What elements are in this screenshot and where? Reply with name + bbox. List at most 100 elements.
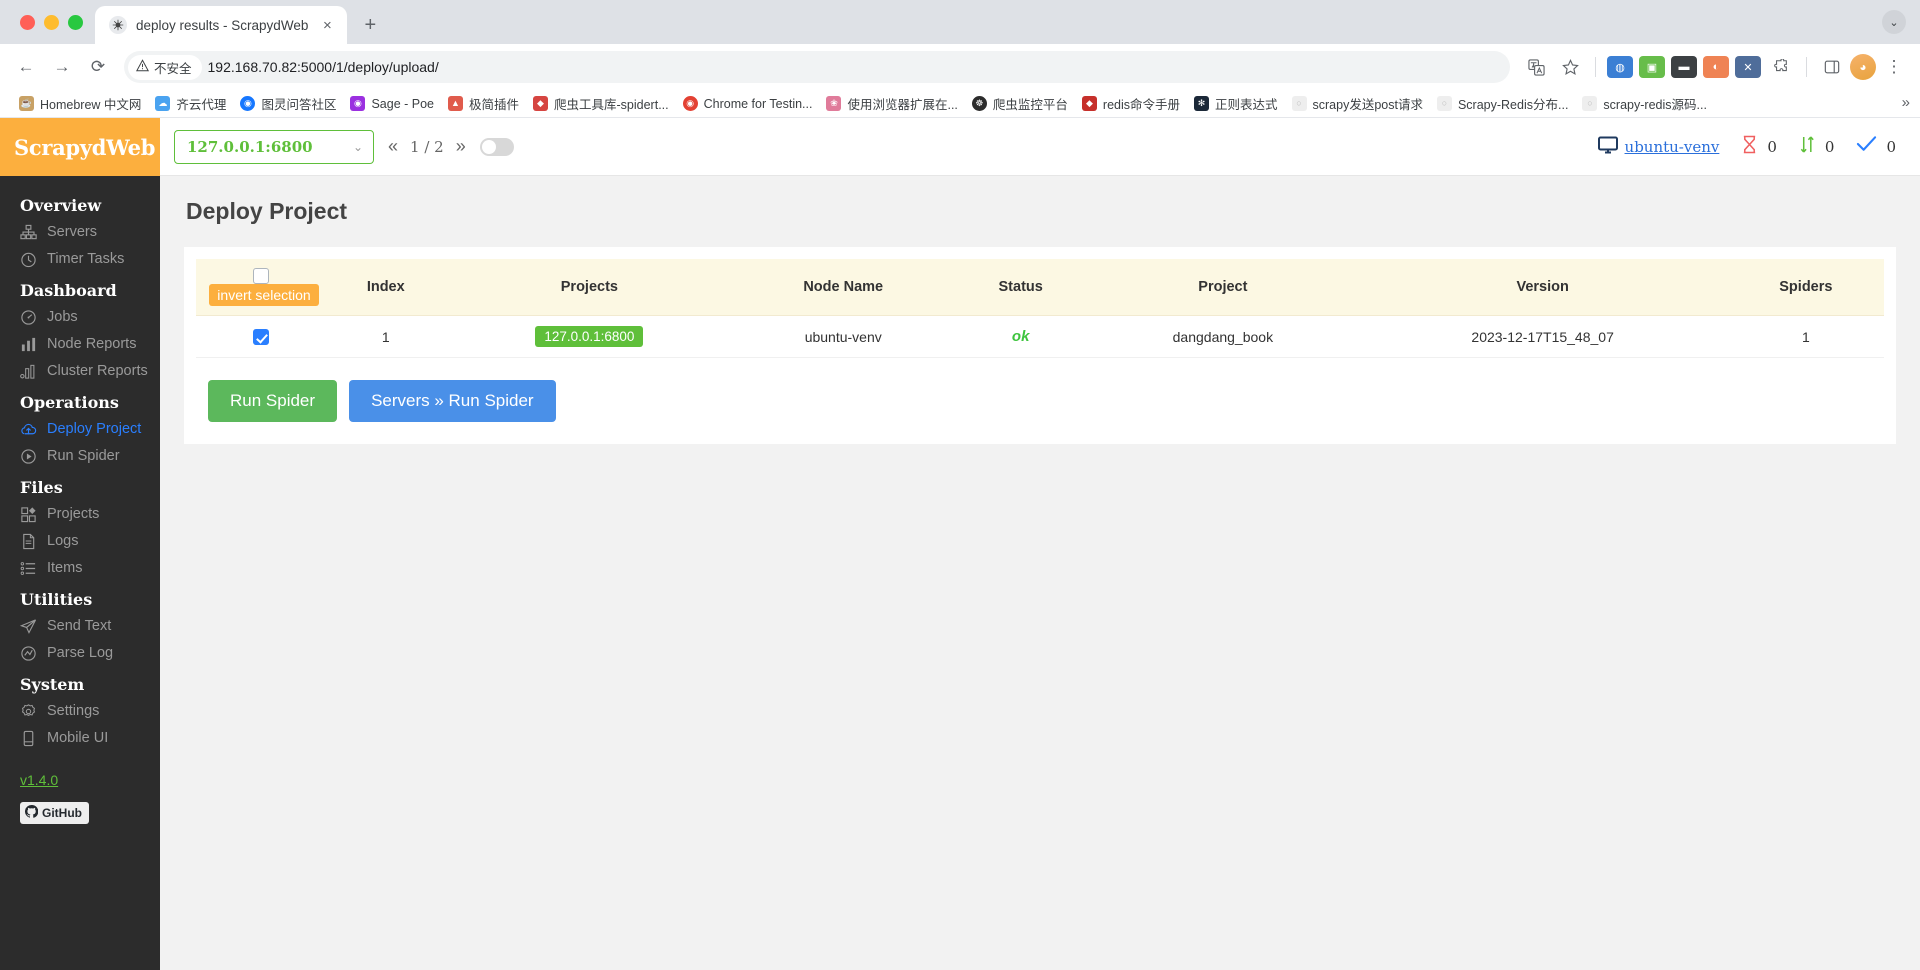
extensions-puzzle-icon[interactable] bbox=[1765, 51, 1797, 83]
extension-icon-5[interactable]: ✕ bbox=[1735, 56, 1761, 78]
project-node-tag[interactable]: 127.0.0.1:6800 bbox=[535, 326, 644, 348]
bookmarks-overflow-button[interactable]: » bbox=[1902, 94, 1910, 111]
status-running[interactable]: 0 bbox=[1799, 135, 1835, 159]
bookmark-item[interactable]: ◉ Chrome for Testin... bbox=[676, 93, 820, 114]
arrows-updown-icon bbox=[1799, 135, 1816, 159]
cell-project: dangdang_book bbox=[1088, 315, 1358, 359]
sidebar-item-jobs[interactable]: Jobs bbox=[0, 304, 160, 331]
invert-selection-button[interactable]: invert selection bbox=[209, 284, 319, 307]
select-all-checkbox[interactable] bbox=[253, 268, 269, 285]
bookmark-item[interactable]: ◆ 爬虫工具库-spidert... bbox=[526, 91, 676, 116]
kebab-menu-icon[interactable]: ⋮ bbox=[1878, 51, 1910, 83]
bookmark-item[interactable]: ◆ redis命令手册 bbox=[1075, 91, 1187, 116]
pager-last-button[interactable]: » bbox=[456, 136, 466, 157]
bookmark-item[interactable]: ○ Scrapy-Redis分布... bbox=[1430, 91, 1575, 116]
app-brand-logo[interactable]: ScrapydWeb bbox=[0, 118, 160, 176]
bookmark-label: 极简插件 bbox=[469, 98, 520, 112]
sidebar-group-files: Files bbox=[20, 478, 63, 497]
bookmark-item[interactable]: ☁ 齐云代理 bbox=[148, 91, 233, 116]
grid-icon bbox=[20, 506, 37, 523]
sidebar-item-items[interactable]: Items bbox=[0, 555, 160, 582]
main-area: Deploy Project invert selection Index Pr… bbox=[160, 176, 1920, 970]
reload-button[interactable]: ⟳ bbox=[82, 51, 114, 83]
auto-refresh-toggle[interactable] bbox=[479, 137, 514, 156]
table-head: invert selection Index Projects Node Nam… bbox=[196, 259, 1884, 317]
version-link[interactable]: v1.4.0 bbox=[20, 772, 58, 788]
window-traffic-lights bbox=[12, 0, 95, 44]
sidebar-item-settings[interactable]: Settings bbox=[0, 698, 160, 725]
bookmark-item[interactable]: ✻ 正则表达式 bbox=[1187, 91, 1285, 116]
maximize-window-button[interactable] bbox=[68, 14, 83, 30]
node-select[interactable]: 127.0.0.1:6800 ⌄ bbox=[174, 129, 374, 164]
bookmark-favicon: ✻ bbox=[1194, 96, 1209, 111]
gear-icon bbox=[20, 703, 37, 720]
sidebar-item-cluster-reports[interactable]: Cluster Reports bbox=[0, 358, 160, 385]
profile-avatar[interactable]: ◕ bbox=[1850, 54, 1876, 80]
current-node-link[interactable]: ubuntu-venv bbox=[1597, 136, 1719, 158]
bookmark-label: 图灵问答社区 bbox=[261, 98, 337, 112]
close-window-button[interactable] bbox=[20, 14, 35, 30]
new-tab-button[interactable]: + bbox=[355, 10, 385, 40]
row-checkbox[interactable] bbox=[253, 329, 269, 346]
sidebar-item-label: Timer Tasks bbox=[47, 251, 125, 267]
site-security-chip[interactable]: 不安全 bbox=[128, 54, 202, 80]
paper-plane-icon bbox=[20, 618, 37, 635]
bookmark-item[interactable]: ◉ Sage - Poe bbox=[343, 93, 441, 114]
browser-tab[interactable]: deploy results - ScrapydWeb × bbox=[95, 6, 348, 44]
sidebar-item-servers[interactable]: Servers bbox=[0, 219, 160, 246]
sidebar-item-mobile-ui[interactable]: Mobile UI bbox=[0, 725, 160, 752]
bookmark-item[interactable]: ○ scrapy发送post请求 bbox=[1285, 91, 1430, 116]
address-bar[interactable]: 不安全 192.168.70.82:5000/1/deploy/upload/ bbox=[124, 51, 1510, 83]
url-text[interactable]: 192.168.70.82:5000/1/deploy/upload/ bbox=[208, 59, 439, 75]
sidebar-item-parse-log[interactable]: Parse Log bbox=[0, 640, 160, 667]
toolbar-right: ◍ ▣ ▬ ◐ ✕ ◕ ⋮ bbox=[1520, 51, 1910, 83]
tab-search-button[interactable]: ⌄ bbox=[1882, 10, 1906, 34]
spider-icon bbox=[109, 16, 127, 34]
file-icon bbox=[20, 533, 37, 550]
bookmark-label: 齐云代理 bbox=[176, 98, 227, 112]
sidebar-item-send-text[interactable]: Send Text bbox=[0, 613, 160, 640]
status-badge: ok bbox=[1011, 328, 1030, 346]
bookmark-item[interactable]: ◉ 图灵问答社区 bbox=[233, 91, 343, 116]
bookmark-favicon: ○ bbox=[1582, 96, 1598, 111]
extension-icon-1[interactable]: ◍ bbox=[1607, 56, 1633, 78]
deploy-results-table: invert selection Index Projects Node Nam… bbox=[196, 259, 1884, 359]
col-spiders: Spiders bbox=[1727, 259, 1884, 317]
github-badge[interactable]: GitHub bbox=[20, 802, 89, 824]
status-pending[interactable]: 0 bbox=[1741, 135, 1777, 159]
sidebar-item-node-reports[interactable]: Node Reports bbox=[0, 331, 160, 358]
extension-icon-3[interactable]: ▬ bbox=[1671, 56, 1697, 78]
star-icon[interactable] bbox=[1554, 51, 1586, 83]
status-finished-count: 0 bbox=[1886, 137, 1896, 156]
sidebar-item-label: Logs bbox=[47, 533, 79, 549]
extension-icon-4[interactable]: ◐ bbox=[1703, 56, 1729, 78]
bookmark-item[interactable]: ❀ 使用浏览器扩展在... bbox=[819, 91, 964, 116]
back-button[interactable]: ← bbox=[10, 51, 42, 83]
extension-icon-2[interactable]: ▣ bbox=[1639, 56, 1665, 78]
col-status: Status bbox=[953, 259, 1089, 317]
sidebar-item-run-spider[interactable]: Run Spider bbox=[0, 443, 160, 470]
pager-first-button[interactable]: « bbox=[388, 136, 398, 157]
bookmark-item[interactable]: ☸ 爬虫监控平台 bbox=[965, 91, 1075, 116]
translate-icon[interactable] bbox=[1520, 51, 1552, 83]
bookmark-item[interactable]: ▲ 极简插件 bbox=[441, 91, 526, 116]
minimize-window-button[interactable] bbox=[44, 14, 59, 30]
run-spider-button[interactable]: Run Spider bbox=[208, 380, 338, 423]
status-finished[interactable]: 0 bbox=[1856, 135, 1896, 158]
bookmark-label: 使用浏览器扩展在... bbox=[847, 98, 958, 112]
status-running-count: 0 bbox=[1824, 137, 1835, 156]
bookmark-favicon: ❀ bbox=[826, 96, 842, 111]
forward-button[interactable]: → bbox=[46, 51, 78, 83]
sidepanel-icon[interactable] bbox=[1816, 51, 1848, 83]
bookmark-label: scrapy发送post请求 bbox=[1312, 98, 1423, 112]
servers-run-spider-button[interactable]: Servers » Run Spider bbox=[349, 380, 556, 423]
sidebar-item-timer-tasks[interactable]: Timer Tasks bbox=[0, 246, 160, 273]
bookmark-item[interactable]: ☕ Homebrew 中文网 bbox=[12, 91, 148, 116]
col-select: invert selection bbox=[196, 259, 326, 317]
bookmark-label: 爬虫监控平台 bbox=[992, 98, 1068, 112]
sidebar-item-projects[interactable]: Projects bbox=[0, 501, 160, 528]
sidebar-item-deploy-project[interactable]: Deploy Project bbox=[0, 416, 160, 443]
sidebar-item-logs[interactable]: Logs bbox=[0, 528, 160, 555]
bookmark-item[interactable]: ○ scrapy-redis源码... bbox=[1575, 91, 1714, 116]
close-tab-button[interactable]: × bbox=[317, 15, 337, 35]
